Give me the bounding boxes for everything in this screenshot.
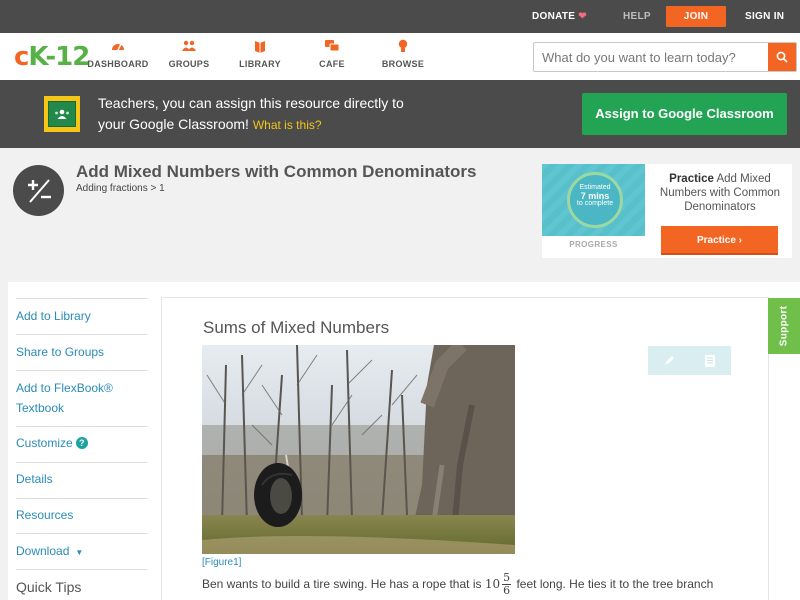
highlight-button[interactable] bbox=[648, 346, 689, 375]
support-label: Support bbox=[778, 305, 790, 347]
lesson-content: Sums of Mixed Numbers [Figure1] Ben want… bbox=[161, 297, 769, 600]
main-nav: cK-12 DASHBOARD GROUPS LIBRARY CAFE BROW… bbox=[0, 33, 800, 80]
what-is-this-link[interactable]: What is this? bbox=[253, 118, 322, 132]
nav-dashboard[interactable]: DASHBOARD bbox=[87, 39, 149, 69]
mixed-number-whole: 10 bbox=[484, 577, 501, 591]
library-icon bbox=[238, 39, 282, 55]
content-title: Sums of Mixed Numbers bbox=[203, 318, 390, 337]
fraction-denominator: 6 bbox=[503, 584, 511, 598]
search-icon bbox=[776, 51, 788, 63]
donate-link[interactable]: DONATE ❤ bbox=[532, 0, 587, 33]
cafe-icon bbox=[316, 39, 348, 55]
practice-progress-image: Estimated 7 mins to complete bbox=[542, 164, 645, 236]
practice-title: Practice Add Mixed Numbers with Common D… bbox=[650, 172, 790, 214]
heart-icon: ❤ bbox=[578, 11, 587, 22]
nav-library-label: LIBRARY bbox=[239, 59, 281, 69]
paragraph-start: Ben wants to build a tire swing. He has … bbox=[202, 577, 482, 591]
sidebar-item-resources[interactable]: Resources bbox=[16, 505, 138, 525]
browse-icon bbox=[380, 39, 426, 55]
divider bbox=[16, 462, 147, 463]
divider bbox=[16, 298, 147, 299]
chevron-right-icon: › bbox=[738, 235, 743, 246]
google-classroom-icon bbox=[44, 96, 80, 132]
customize-label: Customize bbox=[16, 436, 73, 450]
progress-label: PROGRESS bbox=[569, 240, 618, 249]
logo-dash: - bbox=[45, 42, 56, 72]
plus-minus-icon bbox=[13, 165, 64, 216]
divider bbox=[16, 334, 147, 335]
sidebar-item-share-to-groups[interactable]: Share to Groups bbox=[16, 342, 138, 362]
logo-k: K bbox=[28, 42, 46, 72]
donate-label: DONATE bbox=[532, 11, 576, 22]
dashboard-icon bbox=[87, 39, 149, 55]
breadcrumb[interactable]: Adding fractions > 1 bbox=[76, 183, 165, 194]
sidebar-item-add-to-library[interactable]: Add to Library bbox=[16, 306, 138, 326]
tire-swing-photo[interactable] bbox=[202, 345, 515, 554]
pencil-icon bbox=[664, 355, 674, 365]
paragraph-end: feet long. He ties it to the tree branch bbox=[516, 577, 714, 591]
sidebar: Add to Library Share to Groups Add to Fl… bbox=[8, 282, 150, 600]
caret-down-icon: ▼ bbox=[75, 548, 84, 557]
practice-card: Estimated 7 mins to complete PROGRESS Pr… bbox=[542, 164, 792, 258]
lesson-paragraph: Ben wants to build a tire swing. He has … bbox=[202, 572, 762, 597]
help-icon[interactable]: ? bbox=[75, 437, 88, 449]
divider bbox=[16, 533, 147, 534]
nav-groups-label: GROUPS bbox=[168, 59, 210, 69]
page-title: Add Mixed Numbers with Common Denominato… bbox=[76, 162, 477, 181]
support-tab[interactable]: Support bbox=[768, 298, 800, 354]
ck12-logo[interactable]: cK-12 bbox=[14, 42, 90, 72]
ring-bottom-label: to complete bbox=[576, 200, 614, 207]
nav-groups[interactable]: GROUPS bbox=[165, 39, 213, 69]
sidebar-item-customize[interactable]: Customize? bbox=[16, 433, 138, 453]
sidebar-item-add-to-flexbook[interactable]: Add to FlexBook® Textbook bbox=[16, 378, 138, 418]
divider bbox=[16, 370, 147, 371]
nav-cafe[interactable]: CAFE bbox=[316, 39, 348, 69]
ring-top-label: Estimated bbox=[579, 184, 611, 191]
banner-line-2: your Google Classroom! bbox=[98, 116, 249, 132]
figure-caption[interactable]: [Figure1] bbox=[202, 557, 241, 568]
nav-dashboard-label: DASHBOARD bbox=[87, 59, 149, 69]
top-utility-bar: DONATE ❤ HELP JOIN SIGN IN bbox=[0, 0, 800, 33]
join-button[interactable]: JOIN bbox=[666, 6, 726, 27]
search-button[interactable] bbox=[768, 43, 796, 71]
nav-library[interactable]: LIBRARY bbox=[238, 39, 282, 69]
estimated-time-ring: Estimated 7 mins to complete bbox=[567, 172, 623, 228]
banner-message: Teachers, you can assign this resource d… bbox=[98, 93, 478, 136]
sidebar-item-download[interactable]: Download ▼ bbox=[16, 541, 138, 563]
download-label: Download bbox=[16, 544, 70, 558]
sign-in-link[interactable]: SIGN IN bbox=[745, 0, 784, 33]
nav-browse-label: BROWSE bbox=[381, 59, 425, 69]
help-link[interactable]: HELP bbox=[623, 0, 651, 33]
nav-browse[interactable]: BROWSE bbox=[380, 39, 426, 69]
practice-button-label: Practice bbox=[696, 235, 736, 246]
banner-line-1: Teachers, you can assign this resource d… bbox=[98, 95, 404, 111]
flexbook-label-1: Add to FlexBook® bbox=[16, 381, 113, 395]
divider bbox=[16, 498, 147, 499]
notes-button[interactable] bbox=[689, 346, 730, 375]
search-input[interactable] bbox=[534, 43, 768, 71]
logo-num: 12 bbox=[55, 42, 90, 72]
google-classroom-banner: Teachers, you can assign this resource d… bbox=[0, 80, 800, 148]
practice-button[interactable]: Practice › bbox=[661, 226, 778, 255]
divider bbox=[16, 426, 147, 427]
logo-c: c bbox=[14, 42, 29, 72]
flexbook-label-2: Textbook bbox=[16, 401, 65, 415]
practice-title-bold: Practice bbox=[669, 173, 714, 185]
search-box bbox=[533, 42, 797, 72]
divider bbox=[16, 569, 147, 570]
annotation-toolbar bbox=[648, 346, 731, 375]
assign-to-google-classroom-button[interactable]: Assign to Google Classroom bbox=[582, 93, 787, 135]
mixed-number-fraction: 56 bbox=[502, 572, 512, 598]
nav-cafe-label: CAFE bbox=[319, 59, 345, 69]
quick-tips-heading[interactable]: Quick Tips bbox=[16, 579, 81, 595]
groups-icon bbox=[165, 39, 213, 55]
ring-time-label: 7 mins bbox=[580, 191, 610, 201]
sidebar-item-details[interactable]: Details bbox=[16, 469, 138, 489]
notes-icon bbox=[704, 354, 715, 367]
